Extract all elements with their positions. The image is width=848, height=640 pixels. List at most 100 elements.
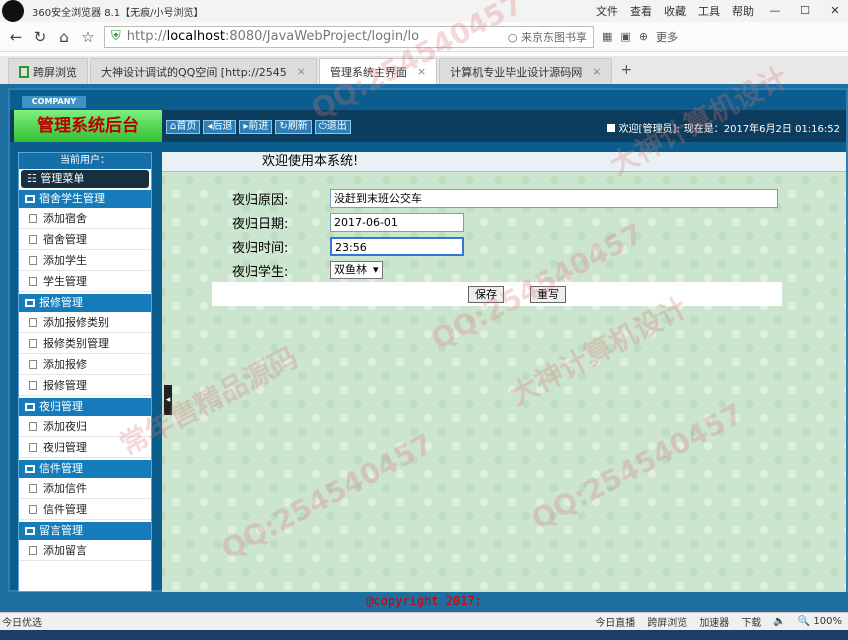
tab-close-icon[interactable]: × — [592, 65, 601, 78]
student-select-value: 双鱼林 — [334, 263, 367, 276]
sidebar-item-letter-manage[interactable]: 信件管理 — [19, 499, 151, 520]
more-button[interactable]: 更多 — [656, 29, 678, 45]
sidebar-item-repair-type-manage[interactable]: 报修类别管理 — [19, 333, 151, 354]
group-repair[interactable]: 报修管理 — [19, 294, 151, 312]
address-bar[interactable]: ⛨ http:// localhost :8080/JavaWebProject… — [104, 25, 594, 48]
status-accelerator[interactable]: 加速器 — [699, 614, 729, 629]
reset-button[interactable]: 重写 — [530, 286, 566, 303]
tab-source-site[interactable]: 计算机专业毕业设计源码网 × — [439, 58, 613, 84]
status-left[interactable]: 今日优选 — [2, 614, 42, 629]
apps-icon[interactable]: ▦ — [602, 30, 612, 43]
group-dorm-student[interactable]: 宿舍学生管理 — [19, 190, 151, 208]
sidebar-item-add-letter[interactable]: 添加信件 — [19, 478, 151, 499]
sidebar-item-student-manage[interactable]: 学生管理 — [19, 271, 151, 292]
refresh-button[interactable]: ↻刷新 — [275, 120, 312, 134]
reason-input[interactable]: 没赶到末班公交车 — [330, 188, 778, 208]
back-label: 后退 — [212, 121, 233, 132]
maximize-icon[interactable]: ☐ — [796, 4, 814, 18]
nav-right-tools: ▦ ▣ ⊕ 更多 — [602, 29, 678, 45]
sidebar-item-add-dorm[interactable]: 添加宿舍 — [19, 208, 151, 229]
forward-button[interactable]: ▸前进 — [239, 120, 273, 134]
sidebar-item-label: 添加宿舍 — [43, 212, 87, 225]
new-tab-icon[interactable]: + — [620, 62, 632, 78]
document-icon — [29, 318, 37, 327]
group-letters[interactable]: 信件管理 — [19, 460, 151, 478]
url-host: localhost — [166, 29, 225, 44]
dropdown-arrow-icon: ▾ — [373, 263, 379, 276]
extension-icon[interactable]: ▣ — [620, 30, 630, 43]
sidebar-item-label: 学生管理 — [43, 275, 87, 288]
folder-icon — [25, 299, 35, 307]
sidebar-item-add-message[interactable]: 添加留言 — [19, 540, 151, 561]
tab-close-icon[interactable]: × — [297, 65, 306, 78]
browser-status-bar: 今日优选 今日直播 跨屏浏览 加速器 下载 🔈 🔍 100% — [0, 612, 848, 630]
sidebar: 当前用户： ☷ 管理菜单 宿舍学生管理 添加宿舍 宿舍管理 添加学生 学生管理 … — [18, 152, 152, 592]
menu-favorites[interactable]: 收藏 — [664, 3, 686, 19]
browser-menu-bar: 文件 查看 收藏 工具 帮助 — ☐ ✕ — [596, 3, 848, 19]
search-placeholder: 来京东图书享 — [521, 30, 587, 44]
document-icon — [29, 339, 37, 348]
company-logo: COMPANY — [22, 96, 86, 108]
form-row-date: 夜归日期: 2017-06-01 — [232, 210, 778, 234]
group-messages[interactable]: 留言管理 — [19, 522, 151, 540]
document-icon — [29, 443, 37, 452]
status-cross-screen[interactable]: 跨屏浏览 — [647, 614, 687, 629]
folder-icon — [25, 527, 35, 535]
zoom-level[interactable]: 🔍 100% — [798, 616, 842, 627]
url-rest: :8080/JavaWebProject/login/lo — [224, 29, 420, 44]
sidebar-item-add-repair[interactable]: 添加报修 — [19, 354, 151, 375]
sidebar-item-night-return-manage[interactable]: 夜归管理 — [19, 437, 151, 458]
form-row-student: 夜归学生: 双鱼林 ▾ — [232, 258, 778, 282]
document-icon — [29, 422, 37, 431]
speaker-icon[interactable]: 🔈 — [773, 616, 785, 627]
browser-nav-bar: ← ↻ ⌂ ☆ ⛨ http:// localhost :8080/JavaWe… — [0, 22, 848, 52]
sidebar-item-dorm-manage[interactable]: 宿舍管理 — [19, 229, 151, 250]
sidebar-item-repair-manage[interactable]: 报修管理 — [19, 375, 151, 396]
menu-tools[interactable]: 工具 — [698, 3, 720, 19]
status-live[interactable]: 今日直播 — [595, 614, 635, 629]
tab-qq-space[interactable]: 大神设计调试的QQ空间 [http://2545 × — [90, 58, 318, 84]
tab-label: 跨屏浏览 — [33, 65, 77, 79]
group-night-return[interactable]: 夜归管理 — [19, 398, 151, 416]
home-icon[interactable]: ⌂ — [56, 29, 72, 45]
sidebar-item-add-night-return[interactable]: 添加夜归 — [19, 416, 151, 437]
translate-icon[interactable]: ⊕ — [639, 30, 648, 43]
tab-label: 大神设计调试的QQ空间 [http://2545 — [101, 65, 287, 79]
search-box[interactable]: ○ 来京东图书享 — [508, 29, 587, 45]
welcome-text: 欢迎[管理员]: — [618, 124, 680, 135]
menu-file[interactable]: 文件 — [596, 3, 618, 19]
student-select[interactable]: 双鱼林 ▾ — [330, 261, 383, 279]
tab-management-main[interactable]: 管理系统主界面 × — [319, 58, 438, 84]
sidebar-item-label: 添加留言 — [43, 544, 87, 557]
app-frame: COMPANY 管理系统后台 ⌂首页 ◂后退 ▸前进 ↻刷新 ⏻退出 欢迎[管理… — [8, 88, 848, 592]
brand-title: 管理系统后台 — [14, 110, 162, 142]
close-icon[interactable]: ✕ — [826, 4, 844, 18]
collapse-sidebar-icon[interactable]: ◂ — [164, 385, 172, 415]
star-icon[interactable]: ☆ — [80, 29, 96, 45]
document-icon — [29, 277, 37, 286]
minimize-icon[interactable]: — — [766, 4, 784, 18]
tab-close-icon[interactable]: × — [417, 65, 426, 78]
menu-help[interactable]: 帮助 — [732, 3, 754, 19]
sidebar-item-label: 报修类别管理 — [43, 337, 109, 350]
time-label: 夜归时间: — [232, 240, 289, 256]
date-input[interactable]: 2017-06-01 — [330, 212, 464, 232]
save-button[interactable]: 保存 — [468, 286, 504, 303]
sidebar-item-add-repair-type[interactable]: 添加报修类别 — [19, 312, 151, 333]
menu-view[interactable]: 查看 — [630, 3, 652, 19]
folder-icon — [25, 403, 35, 411]
sidebar-item-label: 宿舍管理 — [43, 233, 87, 246]
form-row-reason: 夜归原因: 没赶到末班公交车 — [232, 186, 778, 210]
logout-button[interactable]: ⏻退出 — [314, 120, 351, 134]
home-button[interactable]: ⌂首页 — [166, 120, 201, 134]
main-header: 欢迎使用本系统! — [162, 152, 846, 172]
back-arrow-icon[interactable]: ← — [8, 29, 24, 45]
sidebar-item-label: 报修管理 — [43, 379, 87, 392]
time-input[interactable]: 23:56 — [330, 236, 464, 256]
status-download[interactable]: 下载 — [741, 614, 761, 629]
refresh-icon[interactable]: ↻ — [32, 29, 48, 45]
tab-cross-screen[interactable]: 跨屏浏览 — [8, 58, 88, 84]
tab-label: 管理系统主界面 — [330, 65, 408, 79]
sidebar-item-add-student[interactable]: 添加学生 — [19, 250, 151, 271]
back-button[interactable]: ◂后退 — [203, 120, 237, 134]
